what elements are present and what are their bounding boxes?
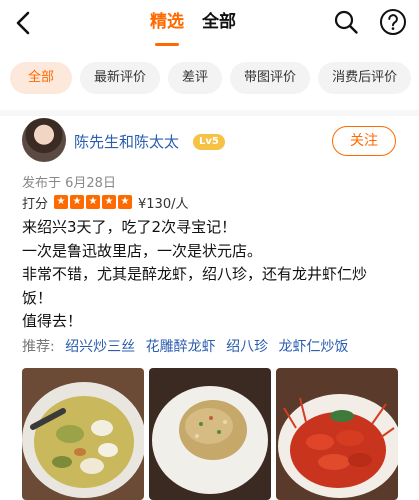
review-tabs: 精选 全部: [150, 10, 236, 46]
recommend-label: 推荐:: [22, 339, 55, 355]
follow-button[interactable]: 关注: [332, 126, 396, 156]
review-line: 一次是鲁迅故里店，一次是状元店。: [22, 241, 263, 260]
top-bar: 精选 全部: [0, 0, 419, 46]
filter-bar: 全部 最新评价 差评 带图评价 消费后评价: [10, 62, 419, 96]
rating-row: 打分 ★ ★ ★ ★ ★ ¥130/人: [22, 192, 188, 212]
review-line: 饭！: [22, 288, 53, 307]
star-icon: ★: [70, 195, 85, 209]
search-icon[interactable]: [333, 9, 359, 35]
filter-with-photos[interactable]: 带图评价: [230, 62, 311, 94]
filter-all[interactable]: 全部: [10, 62, 73, 94]
avatar[interactable]: [22, 118, 66, 162]
price-per-person: ¥130/人: [138, 196, 189, 212]
star-icon: ★: [102, 195, 117, 209]
review-line: 非常不错，尤其是醉龙虾，绍八珍，还有龙井虾仁炒: [22, 265, 368, 283]
filter-latest[interactable]: 最新评价: [80, 62, 161, 94]
star-icon: ★: [54, 195, 69, 209]
post-date: 发布于 6月28日: [22, 176, 116, 191]
dish-link[interactable]: 龙虾仁炒饭: [279, 339, 349, 355]
dish-link[interactable]: 绍八珍: [226, 339, 268, 355]
dish-link[interactable]: 花雕醉龙虾: [146, 339, 216, 355]
star-icon: ★: [86, 195, 101, 209]
tab-selected[interactable]: 精选: [150, 10, 184, 46]
review-photos: [22, 368, 400, 500]
username[interactable]: 陈先生和陈太太: [74, 131, 179, 152]
filter-after-consumption[interactable]: 消费后评价: [318, 62, 412, 94]
rating-label: 打分: [22, 196, 49, 212]
review-text: 来绍兴3天了，吃了2次寻宝记！ 一次是鲁迅故里店，一次是状元店。 非常不错，尤其…: [22, 216, 412, 334]
star-icon: ★: [118, 195, 133, 209]
help-icon[interactable]: [379, 8, 407, 36]
stew-dish-photo[interactable]: [22, 368, 144, 500]
fried-rice-photo[interactable]: [149, 368, 271, 500]
review-line: 值得去！: [22, 312, 83, 330]
star-rating: ★ ★ ★ ★ ★: [54, 195, 133, 209]
recommended-dishes: 推荐: 绍兴炒三丝 花雕醉龙虾 绍八珍 龙虾仁炒饭: [22, 336, 355, 358]
filter-negative[interactable]: 差评: [168, 62, 223, 94]
back-arrow-icon[interactable]: [10, 8, 38, 38]
dish-link[interactable]: 绍兴炒三丝: [65, 339, 135, 355]
section-divider: [0, 110, 419, 116]
tab-all[interactable]: 全部: [202, 10, 236, 40]
level-badge: Lv5: [193, 134, 225, 150]
review-line: 来绍兴3天了，吃了2次寻宝记！: [22, 218, 237, 236]
crayfish-photo[interactable]: [276, 368, 398, 500]
